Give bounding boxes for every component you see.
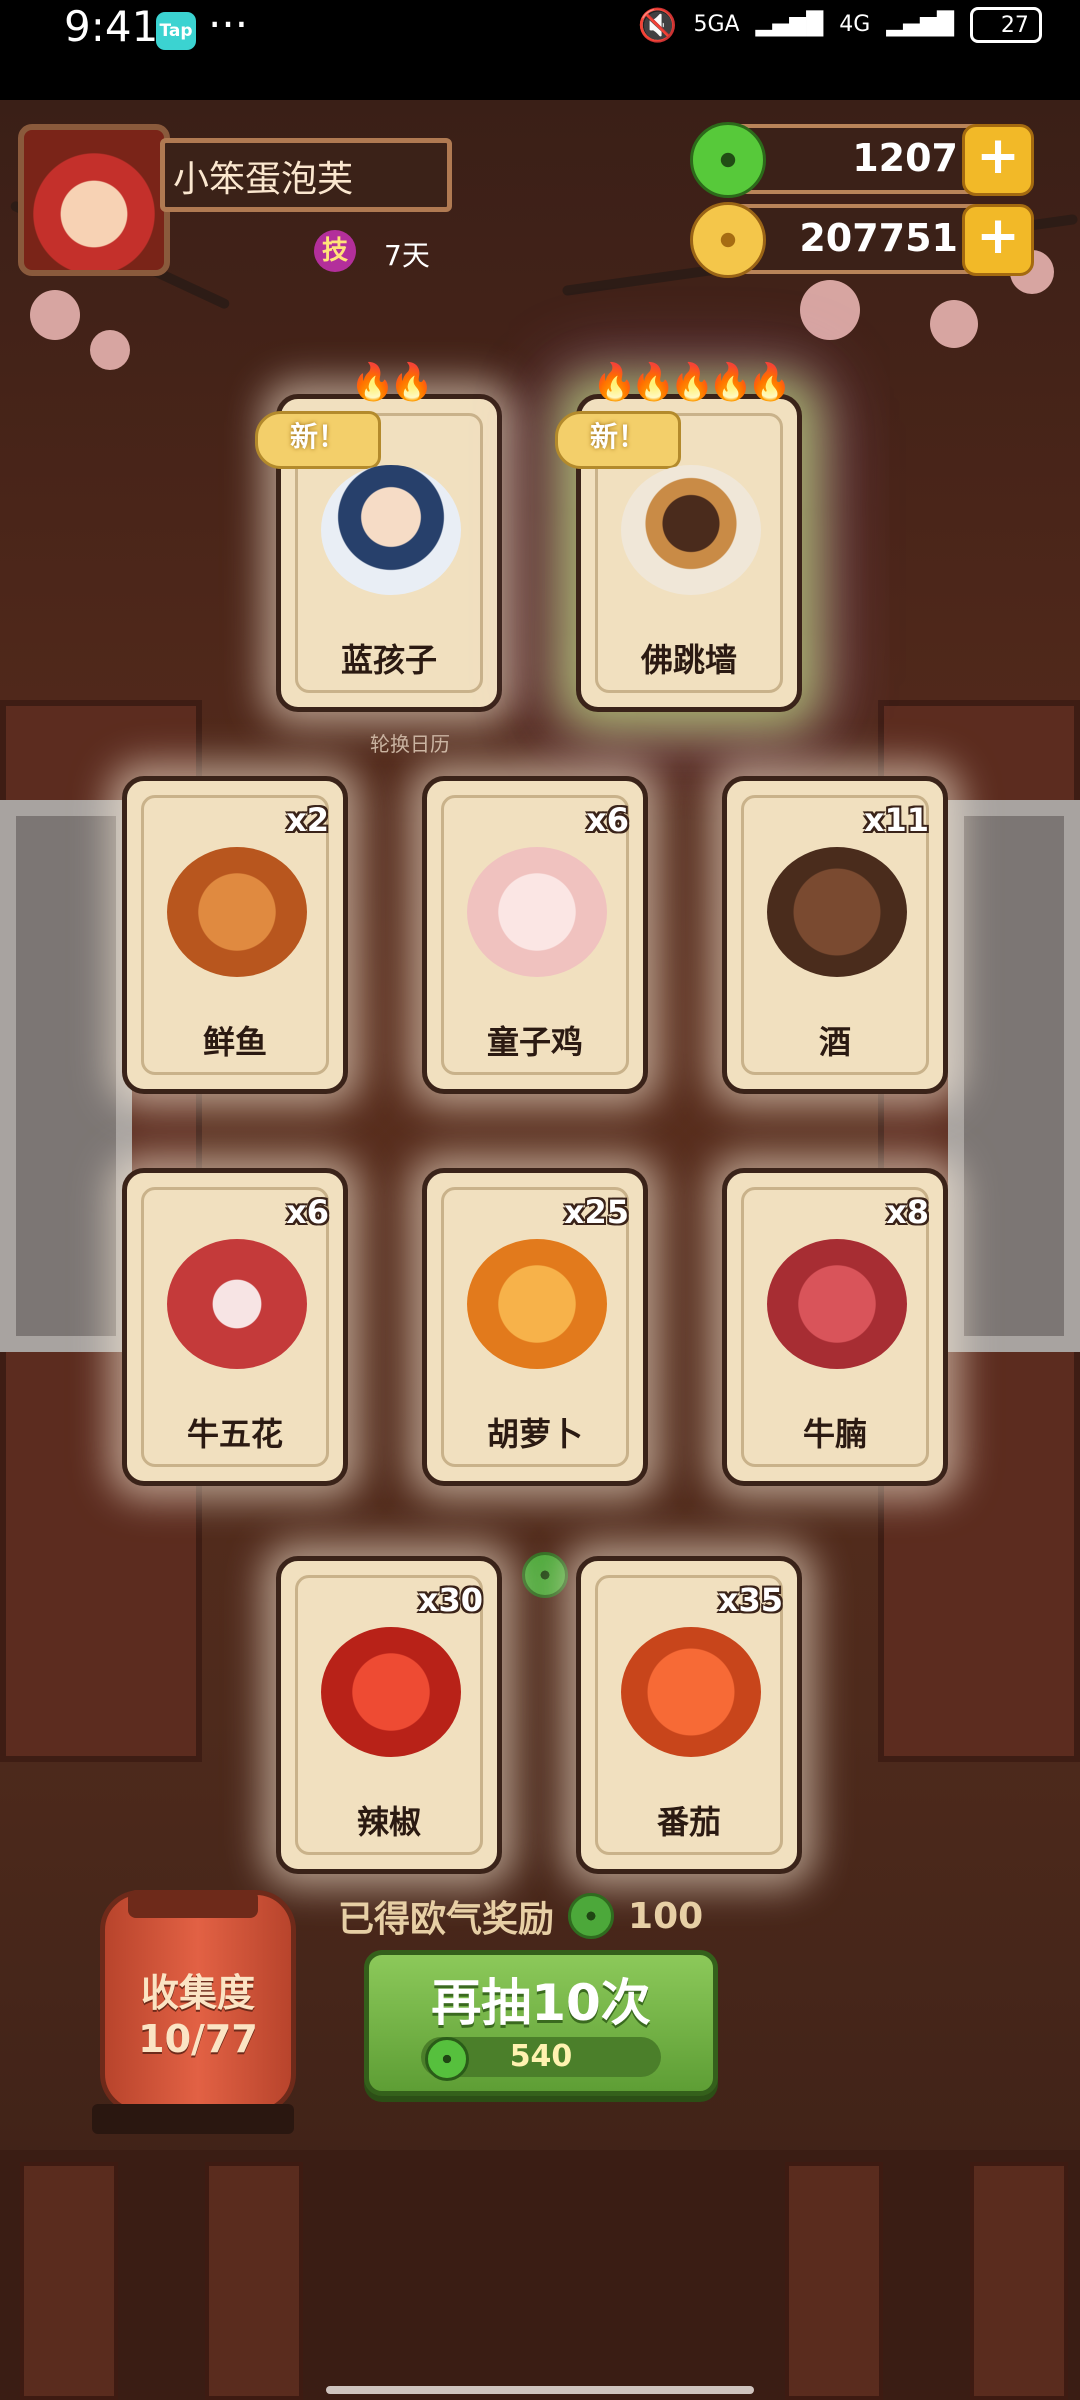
status-bar: 9:41 Tap ··· 🔇 5GA ▂▄▆█ 4G ▂▄▆█ 27 — [0, 0, 1080, 100]
add-jade-button[interactable]: + — [962, 124, 1034, 196]
network-4g-label: 4G — [839, 12, 871, 37]
lantern-cap — [128, 1890, 258, 1918]
player-name: 小笨蛋泡芙 — [160, 138, 452, 212]
card-quantity: x30 — [417, 1581, 483, 1619]
card-ingredient[interactable]: x8 牛腩 — [722, 1168, 948, 1486]
wine-jar-icon — [767, 847, 907, 977]
fence-post — [205, 2162, 303, 2400]
fish-icon — [167, 847, 307, 977]
skill-days: 7天 — [384, 239, 430, 272]
skill-icon[interactable]: 技 — [314, 230, 356, 272]
beef-slice-icon — [167, 1239, 307, 1369]
status-right-group: 🔇 5GA ▂▄▆█ 4G ▂▄▆█ 27 — [638, 6, 1042, 44]
blossom — [90, 330, 130, 370]
blossom — [930, 300, 978, 348]
soup-pot-icon — [621, 465, 761, 595]
card-name: 辣椒 — [356, 1803, 421, 1841]
right-window — [948, 800, 1080, 1352]
card-ingredient[interactable]: x30 辣椒 — [276, 1556, 502, 1874]
jade-currency: 1207 + — [690, 122, 1034, 198]
fence-post — [970, 2162, 1068, 2400]
card-quantity: x6 — [286, 1193, 329, 1231]
card-quantity: x25 — [563, 1193, 629, 1231]
card-name: 牛五花 — [186, 1415, 283, 1453]
card-quantity: x11 — [863, 801, 929, 839]
card-name: 胡萝卜 — [486, 1415, 583, 1453]
jade-token-icon — [522, 1552, 568, 1598]
fence-post — [785, 2162, 883, 2400]
flame-rating-icon: 🔥🔥🔥🔥🔥 — [591, 362, 792, 403]
signal-icon: ▂▄▆█ — [755, 12, 824, 37]
more-notifications-icon: ··· — [208, 0, 249, 49]
card-quantity: x8 — [886, 1193, 929, 1231]
card-quantity: x2 — [286, 801, 329, 839]
new-badge: 新！ — [255, 411, 381, 469]
coin-amount: 207751 — [799, 216, 958, 260]
tap-app-icon: Tap — [156, 12, 196, 50]
collection-progress: 10/77 — [138, 2017, 258, 2061]
card-featured-dish[interactable]: 🔥🔥🔥🔥🔥 新！ 佛跳墙 — [555, 362, 802, 712]
card-ingredient[interactable]: x2 鲜鱼 — [122, 776, 348, 1094]
card-name: 牛腩 — [802, 1415, 867, 1453]
fence-post — [20, 2162, 118, 2400]
beef-brisket-icon — [767, 1239, 907, 1369]
collection-text: 收集度 10/77 — [100, 1970, 296, 2062]
luck-reward-label: 已得欧气奖励 — [338, 1899, 555, 1940]
home-indicator[interactable] — [326, 2386, 754, 2394]
luck-reward-value: 100 — [628, 1895, 704, 1937]
jade-icon — [568, 1893, 615, 1939]
blossom — [30, 290, 80, 340]
flame-rating-icon: 🔥🔥 — [350, 362, 434, 403]
player-avatar[interactable] — [18, 124, 170, 276]
network-5ga-label: 5GA — [693, 12, 740, 37]
jade-amount: 1207 — [852, 136, 958, 180]
new-badge: 新！ — [555, 411, 681, 469]
card-quantity: x35 — [717, 1581, 783, 1619]
card-ingredient[interactable]: x11 酒 — [722, 776, 948, 1094]
draw-ten-again-button[interactable]: 再抽10次 540 — [364, 1950, 718, 2096]
card-ingredient[interactable]: x6 牛五花 — [122, 1168, 348, 1486]
signal-icon-2: ▂▄▆█ — [886, 12, 954, 37]
blossom — [800, 280, 860, 340]
add-coins-button[interactable]: + — [962, 204, 1034, 276]
card-ingredient[interactable]: x35 番茄 — [576, 1556, 802, 1874]
chili-icon — [321, 1627, 461, 1757]
jade-cost-icon — [425, 2037, 469, 2081]
battery-icon: 27 — [970, 7, 1042, 43]
left-window — [0, 800, 132, 1352]
jade-icon — [690, 122, 766, 198]
card-name: 童子鸡 — [486, 1023, 583, 1061]
card-name: 鲜鱼 — [202, 1023, 267, 1061]
card-name: 蓝孩子 — [340, 641, 437, 679]
coin-currency: 207751 + — [690, 202, 1034, 278]
card-ingredient[interactable]: x25 胡萝卜 — [422, 1168, 648, 1486]
rotation-calendar-label: 轮换日历 — [370, 732, 450, 756]
mute-icon: 🔇 — [637, 6, 678, 44]
card-ingredient[interactable]: x6 童子鸡 — [422, 776, 648, 1094]
lantern-stand — [92, 2104, 294, 2134]
card-name: 酒 — [818, 1023, 851, 1061]
card-quantity: x6 — [586, 801, 629, 839]
character-portrait-icon — [321, 465, 461, 595]
tomato-icon — [621, 1627, 761, 1757]
luck-reward-row: 已得欧气奖励 100 — [338, 1890, 703, 1942]
status-time: 9:41 — [64, 2, 159, 51]
chicken-icon — [467, 847, 607, 977]
battery-level: 27 — [1000, 12, 1029, 38]
card-name: 番茄 — [656, 1803, 721, 1841]
floor — [0, 2150, 1080, 2400]
card-featured-character[interactable]: 🔥🔥 新！ 蓝孩子 — [255, 362, 502, 712]
coin-icon — [690, 202, 766, 278]
collection-label: 收集度 — [140, 1971, 255, 2015]
card-name: 佛跳墙 — [640, 641, 737, 679]
draw-button-label: 再抽10次 — [431, 1974, 651, 2032]
carrot-icon — [467, 1239, 607, 1369]
